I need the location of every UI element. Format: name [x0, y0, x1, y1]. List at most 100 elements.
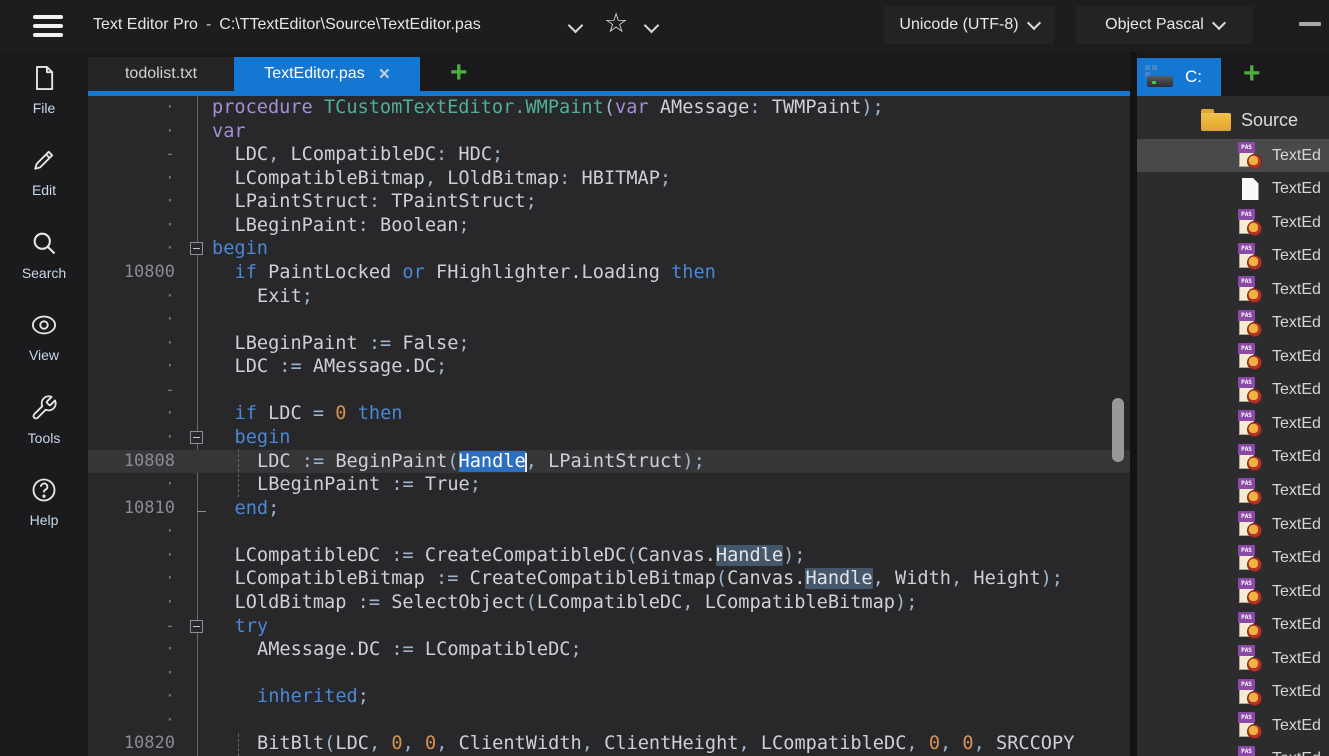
hamburger-menu-icon[interactable] [33, 15, 63, 39]
code-line[interactable]: ·Exit; [88, 285, 1130, 309]
tree-file-item[interactable]: PASTextEd [1137, 340, 1329, 373]
code-line[interactable]: -LDC, LCompatibleDC: HDC; [88, 143, 1130, 167]
code-line[interactable]: ·begin [88, 237, 1130, 261]
code-line[interactable]: ·LBeginPaint := True; [88, 473, 1130, 497]
fold-collapse-icon[interactable] [190, 431, 203, 444]
editor-vertical-scrollbar-thumb[interactable] [1112, 398, 1124, 462]
tree-file-item[interactable]: PASTextEd [1137, 709, 1329, 742]
code-line[interactable]: - [88, 379, 1130, 403]
tree-file-item[interactable]: PASTextEd [1137, 542, 1329, 575]
gutter-line-number[interactable]: · [88, 237, 175, 261]
tree-file-item[interactable]: PASTextEd [1137, 139, 1329, 172]
code-line[interactable]: · [88, 308, 1130, 332]
gutter-line-number[interactable]: · [88, 285, 175, 309]
code-line[interactable]: ·var [88, 120, 1130, 144]
tree-file-item[interactable]: PASTextEd [1137, 374, 1329, 407]
code-line[interactable]: ·inherited; [88, 685, 1130, 709]
code-line[interactable]: 10810end; [88, 497, 1130, 521]
drive-tab-c[interactable]: C: [1137, 58, 1221, 96]
gutter-line-number[interactable]: · [88, 426, 175, 450]
code-line[interactable]: 10800if PaintLocked or FHighlighter.Load… [88, 261, 1130, 285]
gutter-line-number[interactable]: · [88, 662, 175, 686]
gutter-line-number[interactable]: 10800 [88, 261, 175, 285]
code-line[interactable]: · [88, 709, 1130, 733]
gutter-line-number[interactable]: · [88, 402, 175, 426]
sidebar-item-help[interactable]: Help [0, 476, 88, 536]
tree-file-item[interactable]: PASTextEd [1137, 475, 1329, 508]
code-line[interactable]: -try [88, 615, 1130, 639]
tree-file-item[interactable]: PASTextEd [1137, 575, 1329, 608]
tree-file-item[interactable]: PASTextEd [1137, 407, 1329, 440]
gutter-line-number[interactable]: · [88, 709, 175, 733]
gutter-line-number[interactable]: · [88, 685, 175, 709]
tab-texteditor-active[interactable]: TextEditor.pas × [234, 57, 420, 91]
sidebar-item-tools[interactable]: Tools [0, 394, 88, 454]
gutter-line-number[interactable]: 10820 [88, 732, 175, 756]
encoding-dropdown[interactable]: Unicode (UTF-8) [884, 6, 1054, 44]
new-tab-button[interactable]: + [450, 58, 468, 88]
gutter-line-number[interactable]: · [88, 167, 175, 191]
code-line[interactable]: ·procedure TCustomTextEditor.WMPaint(var… [88, 96, 1130, 120]
gutter-line-number[interactable]: 10808 [88, 450, 175, 474]
add-explorer-tab-button[interactable]: + [1243, 59, 1261, 89]
fold-collapse-icon[interactable] [190, 620, 203, 633]
sidebar-item-view[interactable]: View [0, 311, 88, 371]
gutter-line-number[interactable]: · [88, 214, 175, 238]
tab-todolist[interactable]: todolist.txt [88, 57, 234, 91]
gutter-line-number[interactable]: · [88, 567, 175, 591]
code-line[interactable]: ·begin [88, 426, 1130, 450]
code-line[interactable]: ·LBeginPaint: Boolean; [88, 214, 1130, 238]
tree-file-item[interactable]: PASTextEd [1137, 508, 1329, 541]
favorites-chevron-down-icon[interactable] [644, 18, 660, 34]
recent-files-chevron-down-icon[interactable] [568, 18, 584, 34]
code-line[interactable]: ·LCompatibleDC := CreateCompatibleDC(Can… [88, 544, 1130, 568]
tree-file-item[interactable]: PASTextEd [1137, 273, 1329, 306]
gutter-line-number[interactable]: · [88, 591, 175, 615]
tree-file-item[interactable]: PASTextEd [1137, 743, 1329, 756]
tree-file-item[interactable]: TextEd [1137, 173, 1329, 206]
gutter-line-number[interactable]: · [88, 638, 175, 662]
tree-file-item[interactable]: PASTextEd [1137, 441, 1329, 474]
minimize-button[interactable] [1299, 22, 1321, 26]
code-line[interactable]: ·LBeginPaint := False; [88, 332, 1130, 356]
gutter-line-number[interactable]: · [88, 520, 175, 544]
gutter-line-number[interactable]: - [88, 615, 175, 639]
tree-file-item[interactable]: PASTextEd [1137, 240, 1329, 273]
tree-file-item[interactable]: PASTextEd [1137, 206, 1329, 239]
gutter-line-number[interactable]: · [88, 332, 175, 356]
tree-file-item[interactable]: PASTextEd [1137, 642, 1329, 675]
gutter-line-number[interactable]: · [88, 544, 175, 568]
code-line[interactable]: · [88, 520, 1130, 544]
close-icon[interactable]: × [379, 65, 390, 84]
tree-file-item[interactable]: PASTextEd [1137, 676, 1329, 709]
code-line[interactable]: ·LCompatibleBitmap := CreateCompatibleBi… [88, 567, 1130, 591]
gutter-line-number[interactable]: - [88, 143, 175, 167]
gutter-line-number[interactable]: · [88, 308, 175, 332]
code-line[interactable]: ·LCompatibleBitmap, LOldBitmap: HBITMAP; [88, 167, 1130, 191]
gutter-line-number[interactable]: - [88, 379, 175, 403]
code-line[interactable]: ·AMessage.DC := LCompatibleDC; [88, 638, 1130, 662]
code-line[interactable]: 10820BitBlt(LDC, 0, 0, ClientWidth, Clie… [88, 732, 1130, 756]
fold-collapse-icon[interactable] [190, 242, 203, 255]
code-editor[interactable]: ·procedure TCustomTextEditor.WMPaint(var… [88, 96, 1130, 756]
code-line[interactable]: · [88, 662, 1130, 686]
tree-file-item[interactable]: PASTextEd [1137, 609, 1329, 642]
code-line[interactable]: ·LPaintStruct: TPaintStruct; [88, 190, 1130, 214]
gutter-line-number[interactable]: · [88, 355, 175, 379]
sidebar-item-file[interactable]: File [0, 64, 88, 124]
tree-file-item[interactable]: PASTextEd [1137, 307, 1329, 340]
language-dropdown[interactable]: Object Pascal [1076, 6, 1253, 44]
sidebar-item-search[interactable]: Search [0, 229, 88, 289]
code-line[interactable]: ·LOldBitmap := SelectObject(LCompatibleD… [88, 591, 1130, 615]
code-line[interactable]: ·LDC := AMessage.DC; [88, 355, 1130, 379]
code-line[interactable]: 10808LDC := BeginPaint(Handle, LPaintStr… [88, 450, 1130, 474]
gutter-line-number[interactable]: · [88, 473, 175, 497]
gutter-line-number[interactable]: 10810 [88, 497, 175, 521]
gutter-line-number[interactable]: · [88, 96, 175, 120]
tree-folder-source[interactable]: Source [1137, 103, 1329, 137]
gutter-line-number[interactable]: · [88, 190, 175, 214]
sidebar-item-edit[interactable]: Edit [0, 146, 88, 206]
code-line[interactable]: ·if LDC = 0 then [88, 402, 1130, 426]
favorites-star-icon[interactable]: ☆ [604, 8, 628, 39]
gutter-line-number[interactable]: · [88, 120, 175, 144]
